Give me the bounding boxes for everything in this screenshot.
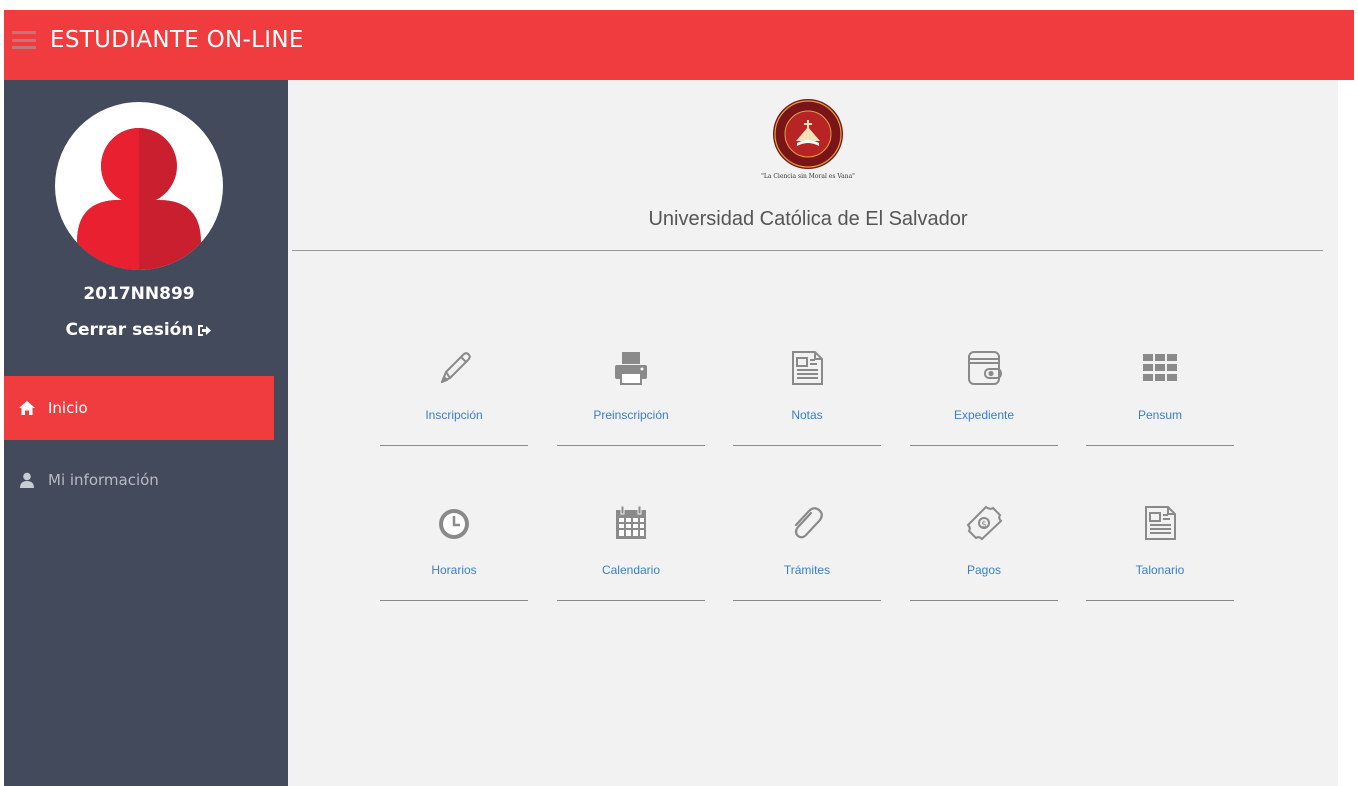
tile-preinscripcion[interactable]: Preinscripción xyxy=(557,348,705,456)
tile-divider xyxy=(1086,445,1234,446)
tile-label: Pensum xyxy=(1137,408,1183,422)
user-avatar-icon xyxy=(77,128,201,270)
app-title: ESTUDIANTE ON-LINE xyxy=(50,27,304,53)
sidebar-item-label: Inicio xyxy=(48,399,88,417)
sidebar-item-mi-informacion[interactable]: Mi información xyxy=(4,448,274,512)
user-icon xyxy=(20,472,34,488)
sidebar-item-inicio[interactable]: Inicio xyxy=(4,376,274,440)
top-bar: ESTUDIANTE ON-LINE xyxy=(4,10,1354,80)
tile-label: Calendario xyxy=(601,563,661,577)
pencil-icon xyxy=(441,352,471,383)
home-icon xyxy=(19,401,35,415)
tile-inscripcion[interactable]: Inscripción xyxy=(380,348,528,456)
main-content: "La Ciencia sin Moral es Vana" Universid… xyxy=(288,80,1338,786)
tile-label: Inscripción xyxy=(425,408,483,422)
tile-divider xyxy=(557,445,705,446)
tile-label: Preinscripción xyxy=(593,408,669,422)
tile-calendario[interactable]: Calendario xyxy=(557,503,705,611)
tile-tramites[interactable]: Trámites xyxy=(733,503,881,611)
svg-text:$: $ xyxy=(981,520,987,530)
sidebar: 2017NN899 Cerrar sesión Inicio Mi inform… xyxy=(4,80,288,786)
user-id: 2017NN899 xyxy=(83,284,195,304)
logout-label: Cerrar sesión xyxy=(65,320,194,340)
money-icon: $ xyxy=(966,505,1003,541)
tile-divider xyxy=(733,445,881,446)
newspaper-icon xyxy=(792,351,823,385)
tile-expediente[interactable]: Expediente xyxy=(910,348,1058,456)
clock-icon xyxy=(439,509,469,539)
tile-divider xyxy=(380,445,528,446)
header-divider xyxy=(292,250,1323,251)
tile-divider xyxy=(380,600,528,601)
scrollbar-area xyxy=(1338,80,1358,480)
printer-icon xyxy=(615,352,647,385)
tile-divider xyxy=(557,600,705,601)
tile-divider xyxy=(1086,600,1234,601)
sidebar-item-label: Mi información xyxy=(48,471,159,489)
grid-icon xyxy=(1143,354,1177,381)
university-logo xyxy=(766,97,850,171)
wallet-icon xyxy=(968,351,1002,385)
tile-pensum[interactable]: Pensum xyxy=(1086,348,1234,456)
university-name: Universidad Católica de El Salvador xyxy=(648,208,968,230)
logout-link[interactable]: Cerrar sesión xyxy=(4,320,274,340)
tile-label: Pagos xyxy=(966,563,1002,577)
tile-label: Horarios xyxy=(431,563,477,577)
tile-divider xyxy=(733,600,881,601)
tile-label: Talonario xyxy=(1135,563,1185,577)
avatar xyxy=(55,102,223,270)
tile-divider xyxy=(910,445,1058,446)
university-seal-icon xyxy=(773,99,843,169)
calendar-icon xyxy=(616,505,646,539)
tile-talonario[interactable]: Talonario xyxy=(1086,503,1234,611)
tile-pagos[interactable]: $ Pagos xyxy=(910,503,1058,611)
tile-horarios[interactable]: Horarios xyxy=(380,503,528,611)
tile-label: Expediente xyxy=(953,408,1015,422)
newspaper-icon xyxy=(1145,506,1176,540)
sign-out-icon xyxy=(198,325,212,336)
tile-notas[interactable]: Notas xyxy=(733,348,881,456)
paperclip-icon xyxy=(794,507,823,539)
university-motto: "La Ciencia sin Moral es Vana" xyxy=(761,173,855,180)
tile-label: Notas xyxy=(791,408,823,422)
menu-icon[interactable] xyxy=(12,31,36,49)
tile-label: Trámites xyxy=(783,563,831,577)
tile-divider xyxy=(910,600,1058,601)
